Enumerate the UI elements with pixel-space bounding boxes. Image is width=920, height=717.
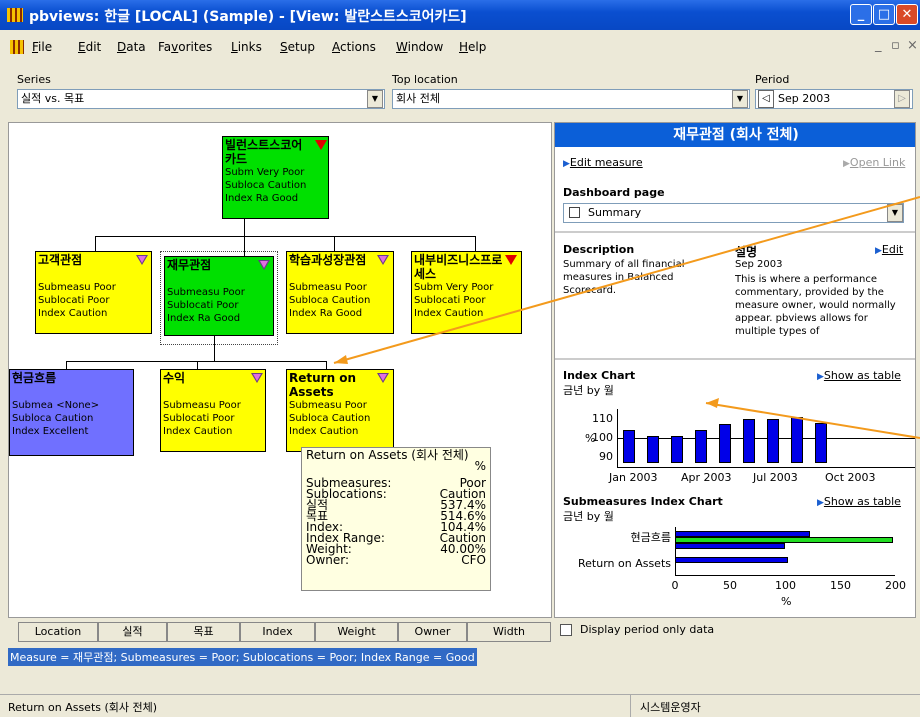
callout-arrow [705,402,920,439]
callout-arrow [333,196,920,364]
arrow-head [334,355,348,364]
arrow-head [706,398,719,408]
callout-arrows [333,196,920,439]
